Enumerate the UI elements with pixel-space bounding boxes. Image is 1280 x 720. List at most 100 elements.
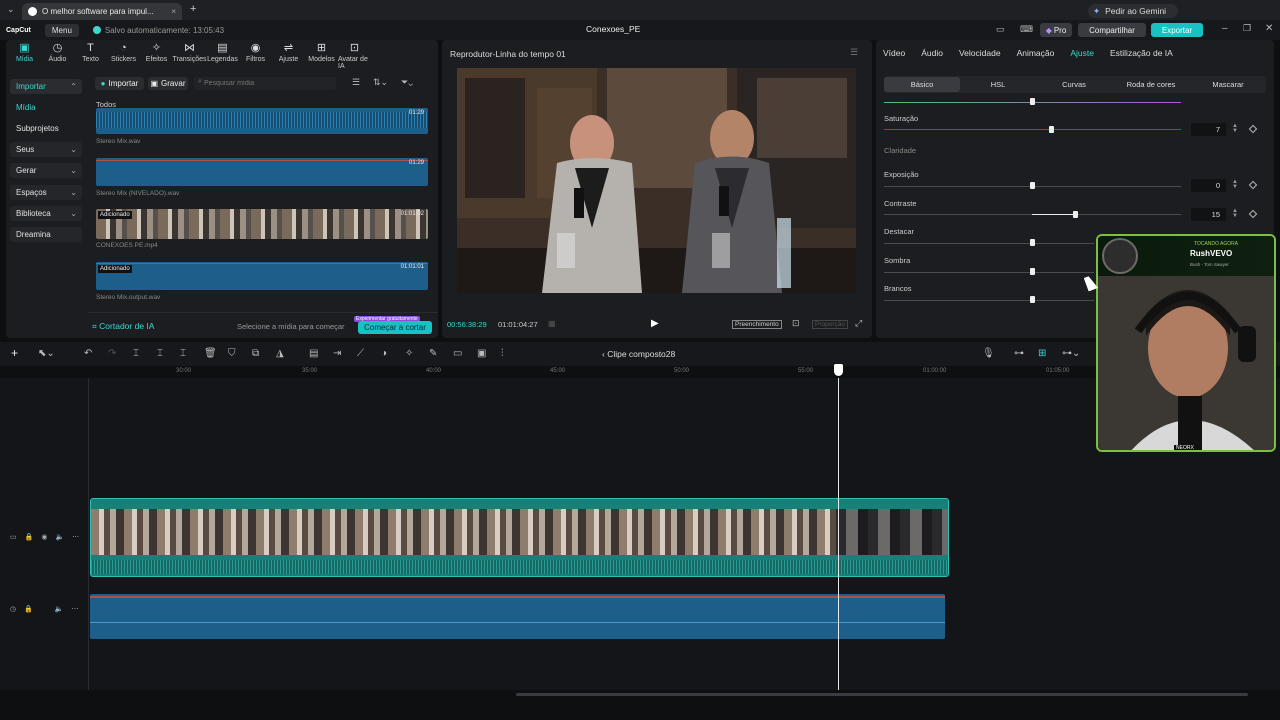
media-tool-1[interactable]: ◷ Áudio xyxy=(41,43,74,70)
magic-icon[interactable]: ✎ xyxy=(429,348,437,359)
browser-tab[interactable]: O melhor software para impul... × xyxy=(22,3,182,20)
prop-tab-0[interactable]: Vídeo xyxy=(883,48,905,58)
screenshot-icon[interactable]: ⊡ xyxy=(792,318,800,329)
subtab-color-wheel[interactable]: Roda de cores xyxy=(1112,77,1190,92)
stepper-icon[interactable]: ▲ ▼ xyxy=(1232,123,1238,134)
speed-icon[interactable]: ◮ xyxy=(276,348,284,359)
compound-clip-breadcrumb[interactable]: ‹ Clipe composto28 xyxy=(602,349,675,359)
prop-tab-1[interactable]: Áudio xyxy=(921,48,943,58)
color-icon[interactable]: ◑ xyxy=(381,348,387,359)
keyframe-icon[interactable] xyxy=(1248,180,1258,190)
lock-icon[interactable]: 🔒 xyxy=(25,533,34,541)
slider-knob[interactable] xyxy=(1049,126,1054,133)
saturation-slider[interactable] xyxy=(884,129,1181,130)
shadow-slider[interactable] xyxy=(884,272,1094,273)
media-clip-stereo-mix[interactable]: 01:29 xyxy=(96,108,428,134)
keyframe-icon[interactable] xyxy=(1248,209,1258,219)
exposure-value[interactable]: 0 xyxy=(1191,179,1226,192)
media-tool-5[interactable]: ⋈ Transições xyxy=(173,43,207,70)
maximize-icon[interactable]: ❐ xyxy=(1243,23,1251,34)
slider-knob[interactable] xyxy=(1073,211,1078,218)
sidebar-item-media[interactable]: Mídia xyxy=(10,100,82,115)
audio-sync-icon[interactable]: ⫶ xyxy=(501,348,504,359)
playhead-handle[interactable] xyxy=(834,364,843,376)
split-right-icon[interactable]: ⌶ xyxy=(180,348,186,359)
stepper-icon[interactable]: ▲ ▼ xyxy=(1232,208,1238,219)
shield-icon[interactable]: ⛉ xyxy=(228,348,236,359)
snap-icon[interactable]: ⊶⌄ xyxy=(1062,348,1080,359)
share-button[interactable]: Compartilhar xyxy=(1078,23,1146,37)
record-button[interactable]: ▣ Gravar xyxy=(148,77,188,90)
contrast-value[interactable]: 15 xyxy=(1191,208,1226,221)
media-clip-conexoes-video[interactable]: Adicionado 01:01:02 xyxy=(96,209,428,239)
select-tool-icon[interactable]: ⬉⌄ xyxy=(38,348,55,359)
slider-knob[interactable] xyxy=(1030,296,1035,303)
player-menu-icon[interactable]: ☰ xyxy=(850,47,858,58)
play-button[interactable]: ▶ xyxy=(651,318,659,329)
crop-icon[interactable]: ⧉ xyxy=(252,348,259,359)
mirror-icon[interactable]: ⟋ xyxy=(357,348,364,359)
prop-tab-5[interactable]: Estilização de IA xyxy=(1110,48,1173,58)
grid-icon[interactable]: ▦ xyxy=(548,319,556,328)
audio-track-icon[interactable]: ◷ xyxy=(10,605,16,613)
subtab-hsl[interactable]: HSL xyxy=(960,77,1036,92)
microphone-icon[interactable]: 🎙 xyxy=(982,348,995,359)
eye-icon[interactable]: ◉ xyxy=(41,533,47,541)
slider-knob[interactable] xyxy=(1030,182,1035,189)
media-tool-8[interactable]: ⇌ Ajuste xyxy=(272,43,305,70)
horizontal-scrollbar[interactable] xyxy=(516,693,1248,696)
prop-tab-3[interactable]: Animação xyxy=(1017,48,1055,58)
view-toggle-icon[interactable]: ☰ xyxy=(352,77,360,88)
undo-icon[interactable]: ↶ xyxy=(84,348,92,359)
media-tool-6[interactable]: ▤ Legendas xyxy=(206,43,239,70)
subtitle-icon[interactable]: ▭ xyxy=(453,348,462,359)
delete-icon[interactable]: 🗑 xyxy=(204,348,217,359)
search-media-input[interactable] xyxy=(194,77,336,90)
audio-clip[interactable] xyxy=(90,594,945,639)
keyframe-icon[interactable] xyxy=(1248,124,1258,134)
effects-icon[interactable]: ✧ xyxy=(405,348,413,359)
highlight-slider[interactable] xyxy=(884,243,1094,244)
fill-mode-button[interactable]: Preenchimento xyxy=(732,320,782,329)
import-button[interactable]: ● Importar xyxy=(95,77,144,90)
media-tool-0[interactable]: ▣ Mídia xyxy=(8,43,41,70)
split-left-icon[interactable]: ⌶ xyxy=(157,348,163,359)
menu-button[interactable]: Menu xyxy=(44,23,79,37)
magnet-icon[interactable]: ⊞ xyxy=(1038,348,1046,359)
image-icon[interactable]: ▣ xyxy=(477,348,486,359)
playhead[interactable] xyxy=(838,378,839,690)
media-tool-10[interactable]: ⊡ Avatar de IA xyxy=(338,43,371,71)
layout-icon[interactable]: ▭ xyxy=(996,24,1005,35)
sidebar-import[interactable]: Importar ⌃ xyxy=(10,79,82,94)
split-icon[interactable]: ⌶ xyxy=(133,348,139,359)
add-track-icon[interactable]: + xyxy=(11,346,18,360)
speaker-icon[interactable]: 🔈 xyxy=(55,605,64,613)
prop-tab-4[interactable]: Ajuste xyxy=(1070,48,1094,58)
filter-icon[interactable]: ⏷⌄ xyxy=(401,77,413,88)
close-window-icon[interactable]: ✕ xyxy=(1265,23,1273,34)
link-icon[interactable]: ⊶ xyxy=(1014,348,1024,359)
subtab-mask[interactable]: Mascarar xyxy=(1190,77,1266,92)
aspect-ratio-button[interactable]: Proporção xyxy=(812,320,848,329)
sidebar-item-generate[interactable]: Gerar ⌄ xyxy=(10,163,82,178)
new-tab-button[interactable]: + xyxy=(190,3,196,15)
prop-tab-2[interactable]: Velocidade xyxy=(959,48,1001,58)
video-clip[interactable] xyxy=(90,498,949,577)
slider-knob[interactable] xyxy=(1030,268,1035,275)
sidebar-item-yours[interactable]: Seus ⌄ xyxy=(10,142,82,157)
media-tool-3[interactable]: ◔ Stickers xyxy=(107,43,140,70)
reverse-icon[interactable]: ⇥ xyxy=(333,348,341,359)
close-tab-icon[interactable]: × xyxy=(171,7,176,16)
media-tool-4[interactable]: ✧ Efeitos xyxy=(140,43,173,70)
whites-slider[interactable] xyxy=(884,300,1094,301)
subtab-curves[interactable]: Curvas xyxy=(1036,77,1112,92)
slider-knob[interactable] xyxy=(1030,98,1035,105)
tab-list-chevron-icon[interactable]: ⌄ xyxy=(7,4,15,15)
sidebar-item-spaces[interactable]: Espaços ⌄ xyxy=(10,185,82,200)
sidebar-item-subprojects[interactable]: Subprojetos xyxy=(10,121,82,136)
media-tool-9[interactable]: ⊞ Modelos xyxy=(305,43,338,70)
more-icon[interactable]: ⋯ xyxy=(72,533,79,541)
gemini-button[interactable]: ✦ Pedir ao Gemini xyxy=(1088,4,1178,18)
saturation-value[interactable]: 7 xyxy=(1191,123,1226,136)
minimize-icon[interactable]: – xyxy=(1222,23,1228,34)
